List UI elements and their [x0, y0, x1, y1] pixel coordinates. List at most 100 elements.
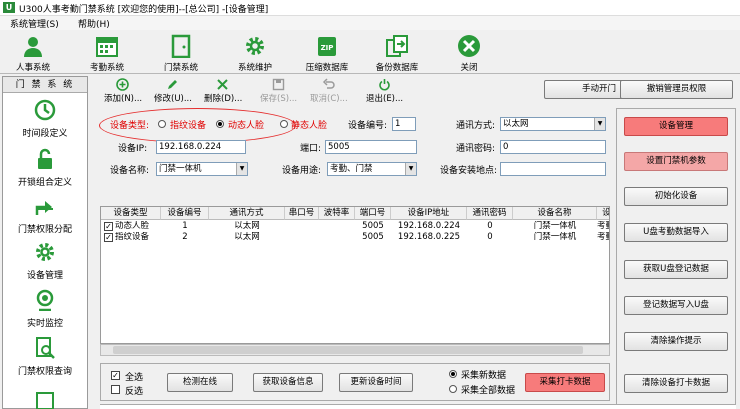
gear-icon [246, 37, 264, 55]
exit-label: 退出(E)... [366, 94, 404, 104]
chevron-down-icon: ▼ [405, 163, 416, 175]
sidebar-item-time-period[interactable]: 时间段定义 [3, 99, 87, 145]
table-row[interactable]: ✓ 指纹设备 2 以太网 5005 192.168.0.225 0 门禁一体机 … [101, 232, 609, 243]
column-header[interactable]: 通讯方式 [209, 207, 285, 220]
cell-name: 门禁一体机 [533, 232, 577, 242]
write-registration-usb-button[interactable]: 登记数据写入U盘 [624, 296, 728, 315]
set-access-params-button[interactable]: 设置门禁机参数 [624, 152, 728, 171]
face-radio-label[interactable]: 动态人脸 [228, 118, 264, 131]
cell-port: 5005 [362, 221, 384, 231]
power-icon [379, 79, 390, 91]
sidebar-item-permission-assign[interactable]: 门禁权限分配 [3, 195, 87, 241]
collect-all-radio[interactable] [449, 385, 457, 393]
lock-icon [38, 148, 52, 169]
row-checkbox[interactable]: ✓ [104, 222, 113, 231]
sidebar-item-permission-query[interactable]: 门禁权限查询 [3, 337, 87, 383]
get-device-info-button[interactable]: 获取设备信息 [253, 373, 323, 392]
toolbar-maintenance-label: 系统维护 [237, 63, 272, 73]
sidebar-more-icon [34, 391, 56, 409]
device-management-button[interactable]: 设备管理 [624, 117, 728, 136]
toolbar-access-button[interactable]: 门禁系统 [152, 32, 210, 73]
menu-help[interactable]: 帮助(H) [78, 17, 110, 30]
ip-input[interactable]: 192.168.0.224 [156, 140, 246, 154]
scrollbar-thumb[interactable] [113, 346, 583, 354]
sidebar-item-label: 开锁组合定义 [17, 178, 72, 188]
sidebar-item-unlock-combo[interactable]: 开锁组合定义 [3, 148, 87, 194]
collect-punch-button[interactable]: 采集打卡数据 [525, 373, 605, 392]
revoke-admin-button[interactable]: 撤销管理员权限 [620, 80, 733, 99]
invert-checkbox[interactable] [111, 385, 120, 394]
app-icon: U [3, 2, 15, 13]
cell-password: 0 [487, 232, 493, 242]
usb-attendance-import-button[interactable]: U盘考勤数据导入 [624, 223, 728, 242]
row-checkbox[interactable]: ✓ [104, 233, 113, 242]
table-scrollbar[interactable] [100, 344, 610, 356]
toolbar-attendance-button[interactable]: 考勤系统 [78, 32, 136, 73]
comm-password-input[interactable]: 0 [500, 140, 606, 154]
search-doc-icon [36, 337, 55, 359]
device-name-select[interactable]: 门禁一体机 ▼ [156, 162, 248, 176]
delete-button[interactable]: 删除(D)... [204, 78, 242, 104]
column-header[interactable]: 设备类型 [101, 207, 161, 220]
save-label: 保存(S)... [260, 94, 298, 104]
cancel-label: 取消(C)... [310, 94, 348, 104]
column-header[interactable]: 设备IP地址 [391, 207, 467, 220]
collect-all-label[interactable]: 采集全部数据 [461, 383, 515, 396]
cell-name: 门禁一体机 [533, 221, 577, 231]
add-button[interactable]: 添加(N)... [104, 78, 142, 104]
initialize-device-button[interactable]: 初始化设备 [624, 187, 728, 206]
column-header[interactable]: 设 [597, 207, 609, 220]
column-header[interactable]: 串口号 [285, 207, 319, 220]
exit-button[interactable]: 退出(E)... [366, 78, 403, 104]
close-icon [458, 35, 480, 57]
comm-mode-select[interactable]: 以太网 ▼ [500, 117, 606, 131]
column-header[interactable]: 端口号 [355, 207, 391, 220]
fingerprint-radio-label[interactable]: 指纹设备 [170, 118, 206, 131]
usb-registration-fetch-button[interactable]: 获取U盘登记数据 [624, 260, 728, 279]
select-all-checkbox[interactable]: ✓ [111, 371, 120, 380]
menu-system[interactable]: 系统管理(S) [10, 17, 59, 30]
delete-icon [217, 79, 228, 90]
cell-type: 动态人脸 [115, 221, 150, 231]
location-input[interactable] [500, 162, 606, 176]
select-all-label[interactable]: 全选 [125, 370, 143, 383]
clear-device-punch-button[interactable]: 清除设备打卡数据 [624, 374, 728, 393]
clear-hints-button[interactable]: 清除操作提示 [624, 332, 728, 351]
column-header[interactable]: 设备编号 [161, 207, 209, 220]
collect-new-radio[interactable] [449, 370, 457, 378]
comm-password-label: 通讯密码: [456, 144, 496, 154]
toolbar-compress-button[interactable]: ZIP 压缩数据库 [298, 32, 356, 73]
sidebar-item-realtime-monitor[interactable]: 实时监控 [3, 289, 87, 335]
toolbar-close-button[interactable]: 关闭 [440, 32, 498, 73]
backup-icon [386, 35, 408, 57]
toolbar-maintenance-button[interactable]: 系统维护 [226, 32, 284, 73]
static-face-radio-label[interactable]: 静态人脸 [291, 118, 327, 131]
toolbar-hr-button[interactable]: 人事系统 [4, 32, 62, 73]
toolbar-backup-button[interactable]: 备份数据库 [368, 32, 426, 73]
invert-label[interactable]: 反选 [125, 384, 143, 397]
save-button[interactable]: 保存(S)... [260, 78, 297, 104]
cell-no: 1 [182, 221, 188, 231]
menu-bar: 系统管理(S) 帮助(H) [0, 16, 740, 30]
column-header[interactable]: 通讯密码 [467, 207, 513, 220]
toolbar-hr-label: 人事系统 [15, 63, 50, 73]
face-radio[interactable] [216, 120, 224, 128]
device-name-label: 设备名称: [110, 166, 150, 176]
usage-select[interactable]: 考勤、门禁 ▼ [327, 162, 417, 176]
static-face-radio[interactable] [280, 120, 288, 128]
cancel-button[interactable]: 取消(C)... [310, 78, 348, 104]
sidebar-item-device-management[interactable]: 设备管理 [3, 241, 87, 287]
column-header[interactable]: 波特率 [319, 207, 355, 220]
table-row[interactable]: ✓ 动态人脸 1 以太网 5005 192.168.0.224 0 门禁一体机 … [101, 221, 609, 232]
update-time-button[interactable]: 更新设备时间 [339, 373, 413, 392]
usage-value: 考勤、门禁 [330, 164, 373, 174]
device-no-input[interactable]: 1 [392, 117, 416, 131]
port-input[interactable]: 5005 [325, 140, 417, 154]
collect-new-label[interactable]: 采集新数据 [461, 368, 506, 381]
bottom-action-bar: ✓ 全选 反选 检测在线 获取设备信息 更新设备时间 采集新数据 采集全部数据 … [100, 363, 610, 401]
check-online-button[interactable]: 检测在线 [167, 373, 233, 392]
save-icon [272, 78, 285, 91]
edit-button[interactable]: 修改(U)... [154, 78, 192, 104]
fingerprint-radio[interactable] [158, 120, 166, 128]
column-header[interactable]: 设备名称 [513, 207, 597, 220]
